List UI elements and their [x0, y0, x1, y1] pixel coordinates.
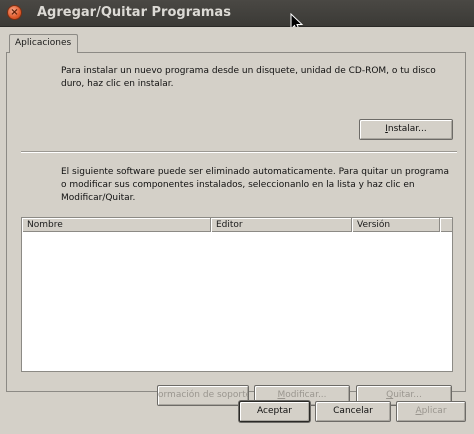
- remove-description: El siguiente software puede ser eliminad…: [61, 167, 449, 203]
- column-header-version[interactable]: Versión: [352, 218, 440, 232]
- modify-label: odificar...: [285, 390, 327, 400]
- cancel-button[interactable]: Cancelar: [315, 401, 391, 422]
- install-label: nstalar...: [387, 124, 427, 134]
- apply-button[interactable]: Aplicar: [396, 401, 466, 422]
- title-bar[interactable]: × Agregar/Quitar Programas: [0, 0, 474, 33]
- remove-label: uitar...: [393, 390, 422, 400]
- installed-software-list[interactable]: Nombre Editor Versión: [21, 217, 453, 372]
- dialog-body: Aplicaciones Para instalar un nuevo prog…: [0, 27, 474, 434]
- install-description: Para instalar un nuevo programa desde un…: [61, 66, 436, 89]
- section-divider: [21, 151, 457, 153]
- tab-aplicaciones[interactable]: Aplicaciones: [9, 34, 78, 53]
- close-icon[interactable]: ×: [7, 5, 22, 20]
- install-button[interactable]: Instalar...: [359, 119, 453, 140]
- column-header-name[interactable]: Nombre: [22, 218, 211, 232]
- list-header: Nombre Editor Versión: [22, 218, 452, 232]
- support-info-button[interactable]: ormación de soporte: [157, 385, 249, 406]
- apply-label: plicar: [421, 406, 447, 416]
- column-header-filler: [440, 218, 452, 232]
- column-header-editor[interactable]: Editor: [211, 218, 352, 232]
- window-title: Agregar/Quitar Programas: [37, 5, 231, 20]
- tab-panel-aplicaciones: Para instalar un nuevo programa desde un…: [6, 52, 466, 406]
- accept-button[interactable]: Aceptar: [239, 401, 310, 422]
